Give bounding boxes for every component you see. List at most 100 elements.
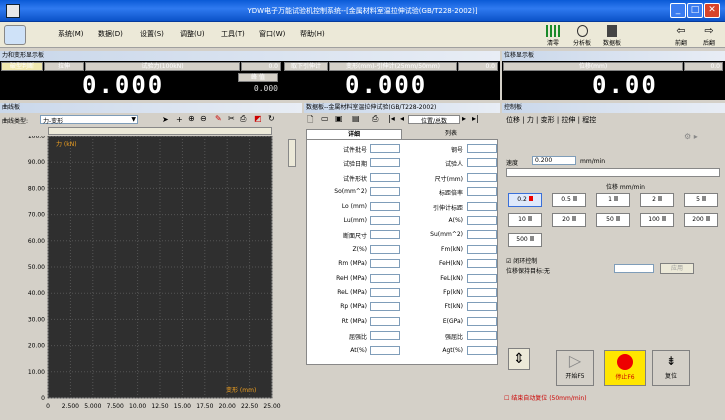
field-input[interactable] (467, 216, 497, 225)
auto-reset-checkbox[interactable]: ☐ 结束自动复位 (50mm/min) (504, 393, 587, 402)
apply-button[interactable]: 应用 (660, 263, 694, 274)
field-input[interactable] (370, 172, 400, 182)
open-icon[interactable]: ▭ (321, 114, 329, 123)
menu-window[interactable]: 窗口(W) (259, 29, 285, 39)
maximize-button[interactable]: □ (687, 3, 703, 18)
zoom-in-icon[interactable]: ⊕ (188, 114, 195, 123)
speed-preset-button[interactable]: 200 (684, 213, 718, 227)
export-icon[interactable]: ▤ (352, 114, 360, 123)
reset-button[interactable]: ⇟ 复位 (652, 350, 690, 386)
field-input[interactable] (370, 259, 400, 269)
analysis-button[interactable]: 分析板 (568, 25, 596, 47)
speed-preset-button[interactable]: 500 (508, 233, 542, 247)
cut-icon[interactable]: ✂ (228, 114, 235, 123)
menu-tools[interactable]: 工具(T) (221, 29, 245, 39)
curve-type-select[interactable]: 力-变形 ▼ (40, 115, 138, 125)
field-input[interactable] (467, 230, 497, 240)
file-icon[interactable]: 🗋 (307, 114, 313, 128)
next-record-icon[interactable]: ▸ (462, 114, 466, 123)
tab-stretch[interactable]: 拉伸 (561, 116, 575, 124)
speed-input[interactable]: 0.200 (532, 156, 576, 165)
stop-button[interactable]: 停止F6 (604, 350, 646, 386)
field-input[interactable] (370, 216, 400, 225)
data-board-button[interactable]: 数据板 (598, 25, 626, 47)
tab-force[interactable]: 力 (527, 116, 534, 124)
y-tick-label: 80.00 (28, 185, 45, 192)
close-button[interactable]: ✕ (704, 3, 720, 18)
print-icon[interactable]: ⎙ (240, 114, 246, 124)
speed-preset-button[interactable]: 2 (640, 193, 674, 207)
closed-loop-checkbox[interactable]: ☑ 闭环控制 (506, 256, 537, 265)
speed-preset-label: 0.5 (561, 196, 571, 203)
menu-data[interactable]: 数据(D) (98, 29, 123, 39)
tab-program[interactable]: 程控 (582, 116, 596, 124)
field-input[interactable] (467, 259, 497, 269)
prev-button[interactable]: ⇦ 前翻 (670, 25, 692, 47)
field-input[interactable] (467, 345, 497, 355)
speed-preset-button[interactable]: 10 (508, 213, 542, 227)
speed-preset-button[interactable]: 1 (596, 193, 630, 207)
field-input[interactable] (370, 201, 400, 211)
field-input[interactable] (370, 302, 400, 312)
remove-extensometer-button[interactable]: 取下引伸计 (284, 62, 328, 71)
jog-button[interactable]: ⇕ (508, 348, 530, 370)
menu-adjust[interactable]: 调整(U) (180, 29, 205, 39)
save-icon[interactable]: ▣ (335, 114, 343, 123)
speed-preset-button[interactable]: 5 (684, 193, 718, 207)
field-input[interactable] (467, 273, 497, 283)
field-input[interactable] (467, 331, 497, 341)
field-input[interactable] (370, 331, 400, 341)
zoom-slider[interactable] (288, 139, 296, 167)
menu-system[interactable]: 系统(M) (58, 29, 84, 39)
field-input[interactable] (467, 244, 497, 254)
field-input[interactable] (370, 158, 400, 168)
tab-detail[interactable]: 详细 (306, 129, 402, 139)
field-input[interactable] (370, 345, 400, 355)
prev-record-icon[interactable]: ◂ (400, 114, 404, 123)
zoom-out-icon[interactable]: ⊖ (200, 114, 207, 123)
field-input[interactable] (370, 144, 400, 153)
field-input[interactable] (370, 316, 400, 326)
printer-icon[interactable]: ⎙ (372, 114, 378, 124)
speed-preset-button[interactable]: 100 (640, 213, 674, 227)
tab-deformation[interactable]: 变形 (541, 116, 555, 124)
minimize-button[interactable]: _ (670, 3, 686, 18)
field-input[interactable] (370, 244, 400, 254)
field-input[interactable] (467, 316, 497, 326)
tab-displacement[interactable]: 位移 (506, 116, 520, 124)
speed-preset-button[interactable]: 0.5 (552, 193, 586, 207)
speed-preset-button[interactable]: 50 (596, 213, 630, 227)
pointer-icon[interactable]: ➤ (162, 115, 169, 124)
field-input[interactable] (370, 273, 400, 283)
field-input[interactable] (467, 302, 497, 312)
start-button[interactable]: ▷ 开始F5 (556, 350, 594, 386)
field-input[interactable] (467, 187, 497, 197)
last-record-icon[interactable]: ▸| (472, 114, 479, 123)
horizontal-scrollbar[interactable] (48, 127, 272, 135)
pen-icon[interactable]: ✎ (215, 114, 222, 123)
field-input[interactable] (467, 201, 497, 211)
first-record-icon[interactable]: |◂ (388, 114, 395, 123)
crosshair-icon[interactable]: + (176, 115, 183, 124)
field-input[interactable] (467, 172, 497, 182)
speed-slider[interactable] (506, 168, 720, 177)
next-button[interactable]: ⇨ 后翻 (698, 25, 720, 47)
zero-button[interactable]: 清零 (540, 25, 566, 47)
tab-tension[interactable]: 拉伸 (44, 62, 84, 71)
field-input[interactable] (370, 230, 400, 240)
chart-icon[interactable]: ◩ (254, 114, 262, 123)
tab-list[interactable]: 列表 (404, 129, 498, 139)
menu-settings[interactable]: 设置(S) (140, 29, 164, 39)
speed-preset-button[interactable]: 20 (552, 213, 586, 227)
speed-preset-button[interactable]: 0.2 (508, 193, 542, 207)
field-input[interactable] (467, 158, 497, 168)
force-panel-title: 力和变形显示板 (0, 51, 500, 61)
refresh-icon[interactable]: ↻ (268, 114, 275, 123)
field-input[interactable] (370, 288, 400, 297)
menu-help[interactable]: 帮助(H) (300, 29, 325, 39)
hold-target-input[interactable] (614, 264, 654, 273)
tab-break-judge[interactable]: 破型判断 (1, 62, 43, 71)
field-input[interactable] (370, 187, 400, 197)
field-input[interactable] (467, 288, 497, 297)
field-input[interactable] (467, 144, 497, 153)
